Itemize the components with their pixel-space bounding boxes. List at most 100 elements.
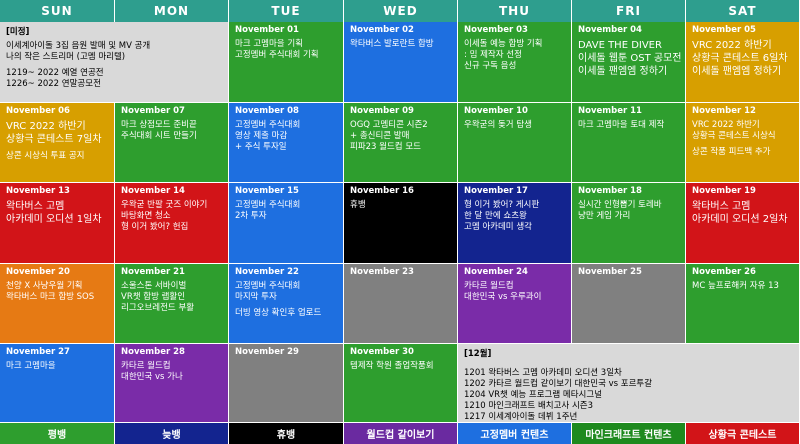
day-date-label: November 29: [235, 347, 299, 357]
event-text: 왁타버스 고멤: [692, 201, 751, 212]
event-text: 왁타버스 마크 합방 SOS: [6, 292, 95, 302]
day-cell[interactable]: November 15 고정멤버 주식대회 2차 투자: [229, 183, 344, 264]
day-date-label: November 21: [121, 267, 185, 277]
event-text: 상황극 콘테스트 7일차: [6, 134, 102, 145]
day-cell[interactable]: November 02 왁타버스 발로란트 합방: [344, 22, 458, 103]
day-cell[interactable]: November 06 VRC 2022 하반기 상황극 콘테스트 7일차 상콘 시상…: [0, 103, 115, 183]
event-text: DAVE THE DIVER: [578, 40, 662, 51]
event-text: 대한민국 vs 가나: [121, 372, 183, 382]
event-text: 상콘 작품 피드백 추가: [692, 147, 771, 157]
day-date-label: November 04: [578, 25, 642, 35]
day-cell[interactable]: November 08 고정멤버 주식대회 영상 제출 마감 + 주식 투자일: [229, 103, 344, 183]
day-cell[interactable]: November 29: [229, 344, 344, 423]
event-text: 냥만 게임 가리: [578, 211, 631, 221]
day-cell[interactable]: November 10 우왁굳의 돚거 탐생: [458, 103, 572, 183]
event-text: 템제작 학원 졸업작품회: [350, 361, 434, 371]
day-date-label: November 27: [6, 347, 70, 357]
day-date-label: [12월]: [464, 349, 492, 359]
day-date-label: November 25: [578, 267, 642, 277]
event-text: 우왁굳의 돚거 탐생: [464, 120, 532, 130]
legend-item: 휴뱅: [229, 423, 344, 444]
event-text: 1226~ 2022 연말공모전: [6, 79, 101, 89]
calendar: SUN MON TUE WED THU FRI SAT [미정] 이세계아이돌 3집 음원 발…: [0, 0, 800, 444]
day-cell[interactable]: November 03 이세돌 예능 합방 기획: 밈 제작자 선정 신규 구독 음…: [458, 22, 572, 103]
day-cell[interactable]: November 26 MC 늪프로해커 자유 13: [686, 264, 800, 344]
day-cell[interactable]: November 27 마크 고멤마을: [0, 344, 115, 423]
weekday-header-wed: WED: [344, 0, 458, 22]
day-cell[interactable]: November 28 카타르 월드컵 대한민국 vs 가나: [115, 344, 229, 423]
day-date-label: November 12: [692, 106, 756, 116]
day-cell[interactable]: November 07 마크 상점모드 준비끝 주식대회 시트 만들기: [115, 103, 229, 183]
day-date-label: November 15: [235, 186, 299, 196]
event-text: 상황극 콘테스트 6일차: [692, 53, 788, 64]
day-cell[interactable]: November 17 형 이거 봤어? 게시판 한 달 만에 쇼츠왕 고멤 아카데미…: [458, 183, 572, 264]
weekday-header-thu: THU: [458, 0, 572, 22]
event-text: 바탕화면 청소: [121, 211, 171, 221]
day-cell[interactable]: [12월] 1201 왁타버스 고멤 아카데미 오디션 3일차 1202 카타르 월…: [458, 344, 800, 423]
event-text: 2차 투자: [235, 211, 267, 221]
day-cell[interactable]: November 20 천양 X 사냥우월 기획 왁타버스 마크 합방 SOS: [0, 264, 115, 344]
event-text: 소울스톤 서바이벌: [121, 281, 187, 291]
day-date-label: November 20: [6, 267, 70, 277]
day-cell[interactable]: [미정] 이세계아이돌 3집 음원 발매 및 MV 공개 나의 작은 스트리머 (고…: [0, 22, 229, 103]
day-cell[interactable]: November 11 마크 고멤마을 토대 제작: [572, 103, 686, 183]
day-cell[interactable]: November 30 템제작 학원 졸업작품회: [344, 344, 458, 423]
event-text: VRC 2022 하반기: [692, 40, 772, 51]
day-cell[interactable]: November 09 OGQ 고멤티콘 시즌2 + 총신티콘 발매 피파23 월드컵…: [344, 103, 458, 183]
event-text: 이세돌 예능 합방 기획: [464, 39, 543, 49]
event-text: : 밈 제작자 선정: [464, 50, 522, 60]
day-date-label: November 02: [350, 25, 414, 35]
event-text: 더빙 영상 확인후 업로드: [235, 308, 322, 318]
event-text: 1210 마인크래프트 배치고사 시즌3: [464, 401, 593, 411]
event-text: 마크 상점모드 준비끝: [121, 120, 197, 130]
event-text: 피파23 월드컵 모드: [350, 142, 421, 152]
day-cell[interactable]: November 18 실시간 인형뽑기 토레바 냥만 게임 가리: [572, 183, 686, 264]
event-text: 1204 VR챗 예능 프로그램 메타시그널: [464, 390, 603, 400]
event-text: 아카데미 오디션 2일차: [692, 214, 788, 225]
day-cell[interactable]: November 19 왁타버스 고멤 아카데미 오디션 2일차: [686, 183, 800, 264]
event-text: 이세계아이돌 3집 음원 발매 및 MV 공개: [6, 41, 151, 51]
legend-item: 마인크래프트 컨텐츠: [572, 423, 686, 444]
event-text: 한 달 만에 쇼츠왕: [464, 211, 527, 221]
day-cell[interactable]: November 13 왁타버스 고멤 아카데미 오디션 1일차: [0, 183, 115, 264]
day-date-label: November 24: [464, 267, 528, 277]
event-text: 주식대회 시트 만들기: [121, 131, 197, 141]
event-text: 나의 작은 스트리머 (고멤 마리텔): [6, 52, 126, 62]
day-cell[interactable]: November 16 휴뱅: [344, 183, 458, 264]
weekday-header-sat: SAT: [686, 0, 800, 22]
event-text: 마크 고멤마을 기획: [235, 39, 303, 49]
event-text: 1202 카타르 월드컵 같이보기 대한민국 vs 포르투갈: [464, 379, 653, 389]
day-cell[interactable]: November 12 VRC 2022 하반기 상황극 콘테스트 시상식 상콘 작품…: [686, 103, 800, 183]
event-text: 리그오브레전드 부활: [121, 303, 195, 313]
event-text: MC 늪프로해커 자유 13: [692, 281, 779, 291]
event-text: OGQ 고멤티콘 시즌2: [350, 120, 428, 130]
day-date-label: November 30: [350, 347, 414, 357]
day-cell[interactable]: November 05 VRC 2022 하반기 상황극 콘테스트 6일차 이세돌 팬…: [686, 22, 800, 103]
day-cell[interactable]: November 25: [572, 264, 686, 344]
event-text: 1201 왁타버스 고멤 아카데미 오디션 3일차: [464, 368, 622, 378]
weekday-header-fri: FRI: [572, 0, 686, 22]
weekday-header-sun: SUN: [0, 0, 115, 22]
legend-item: 상황극 콘테스트: [686, 423, 800, 444]
event-text: + 총신티콘 발매: [350, 131, 410, 141]
day-date-label: November 28: [121, 347, 185, 357]
day-cell[interactable]: November 22 고정멤버 주식대회 마지막 투자 더빙 영상 확인후 업로드: [229, 264, 344, 344]
day-date-label: November 26: [692, 267, 756, 277]
event-text: 고정멤버 주식대회: [235, 120, 301, 130]
day-date-label: November 03: [464, 25, 528, 35]
event-text: 신규 구독 음성: [464, 61, 517, 71]
day-cell[interactable]: November 01 마크 고멤마을 기획 고정멤버 주식대회 기획: [229, 22, 344, 103]
event-text: 카타르 월드컵: [121, 361, 171, 371]
legend-item: 고정멤버 컨텐츠: [458, 423, 572, 444]
day-cell[interactable]: November 04 DAVE THE DIVER 이세돌 웹툰 OST 공모전 이…: [572, 22, 686, 103]
event-text: 영상 제출 마감: [235, 131, 288, 141]
day-cell[interactable]: November 21 소울스톤 서바이벌 VR챗 합방 랩활인 리그오브레전드 부활: [115, 264, 229, 344]
day-date-label: November 09: [350, 106, 414, 116]
event-text: + 주식 투자일: [235, 142, 287, 152]
day-cell[interactable]: November 24 카타르 월드컵 대한민국 vs 우루과이: [458, 264, 572, 344]
day-cell[interactable]: November 14 우왁굳 반팔 굿즈 이야기 바탕화면 청소 형 이거 봤어? …: [115, 183, 229, 264]
event-text: 상황극 콘테스트 시상식: [692, 131, 776, 141]
day-date-label: November 18: [578, 186, 642, 196]
day-cell[interactable]: November 23: [344, 264, 458, 344]
event-text: 휴뱅: [350, 200, 366, 210]
